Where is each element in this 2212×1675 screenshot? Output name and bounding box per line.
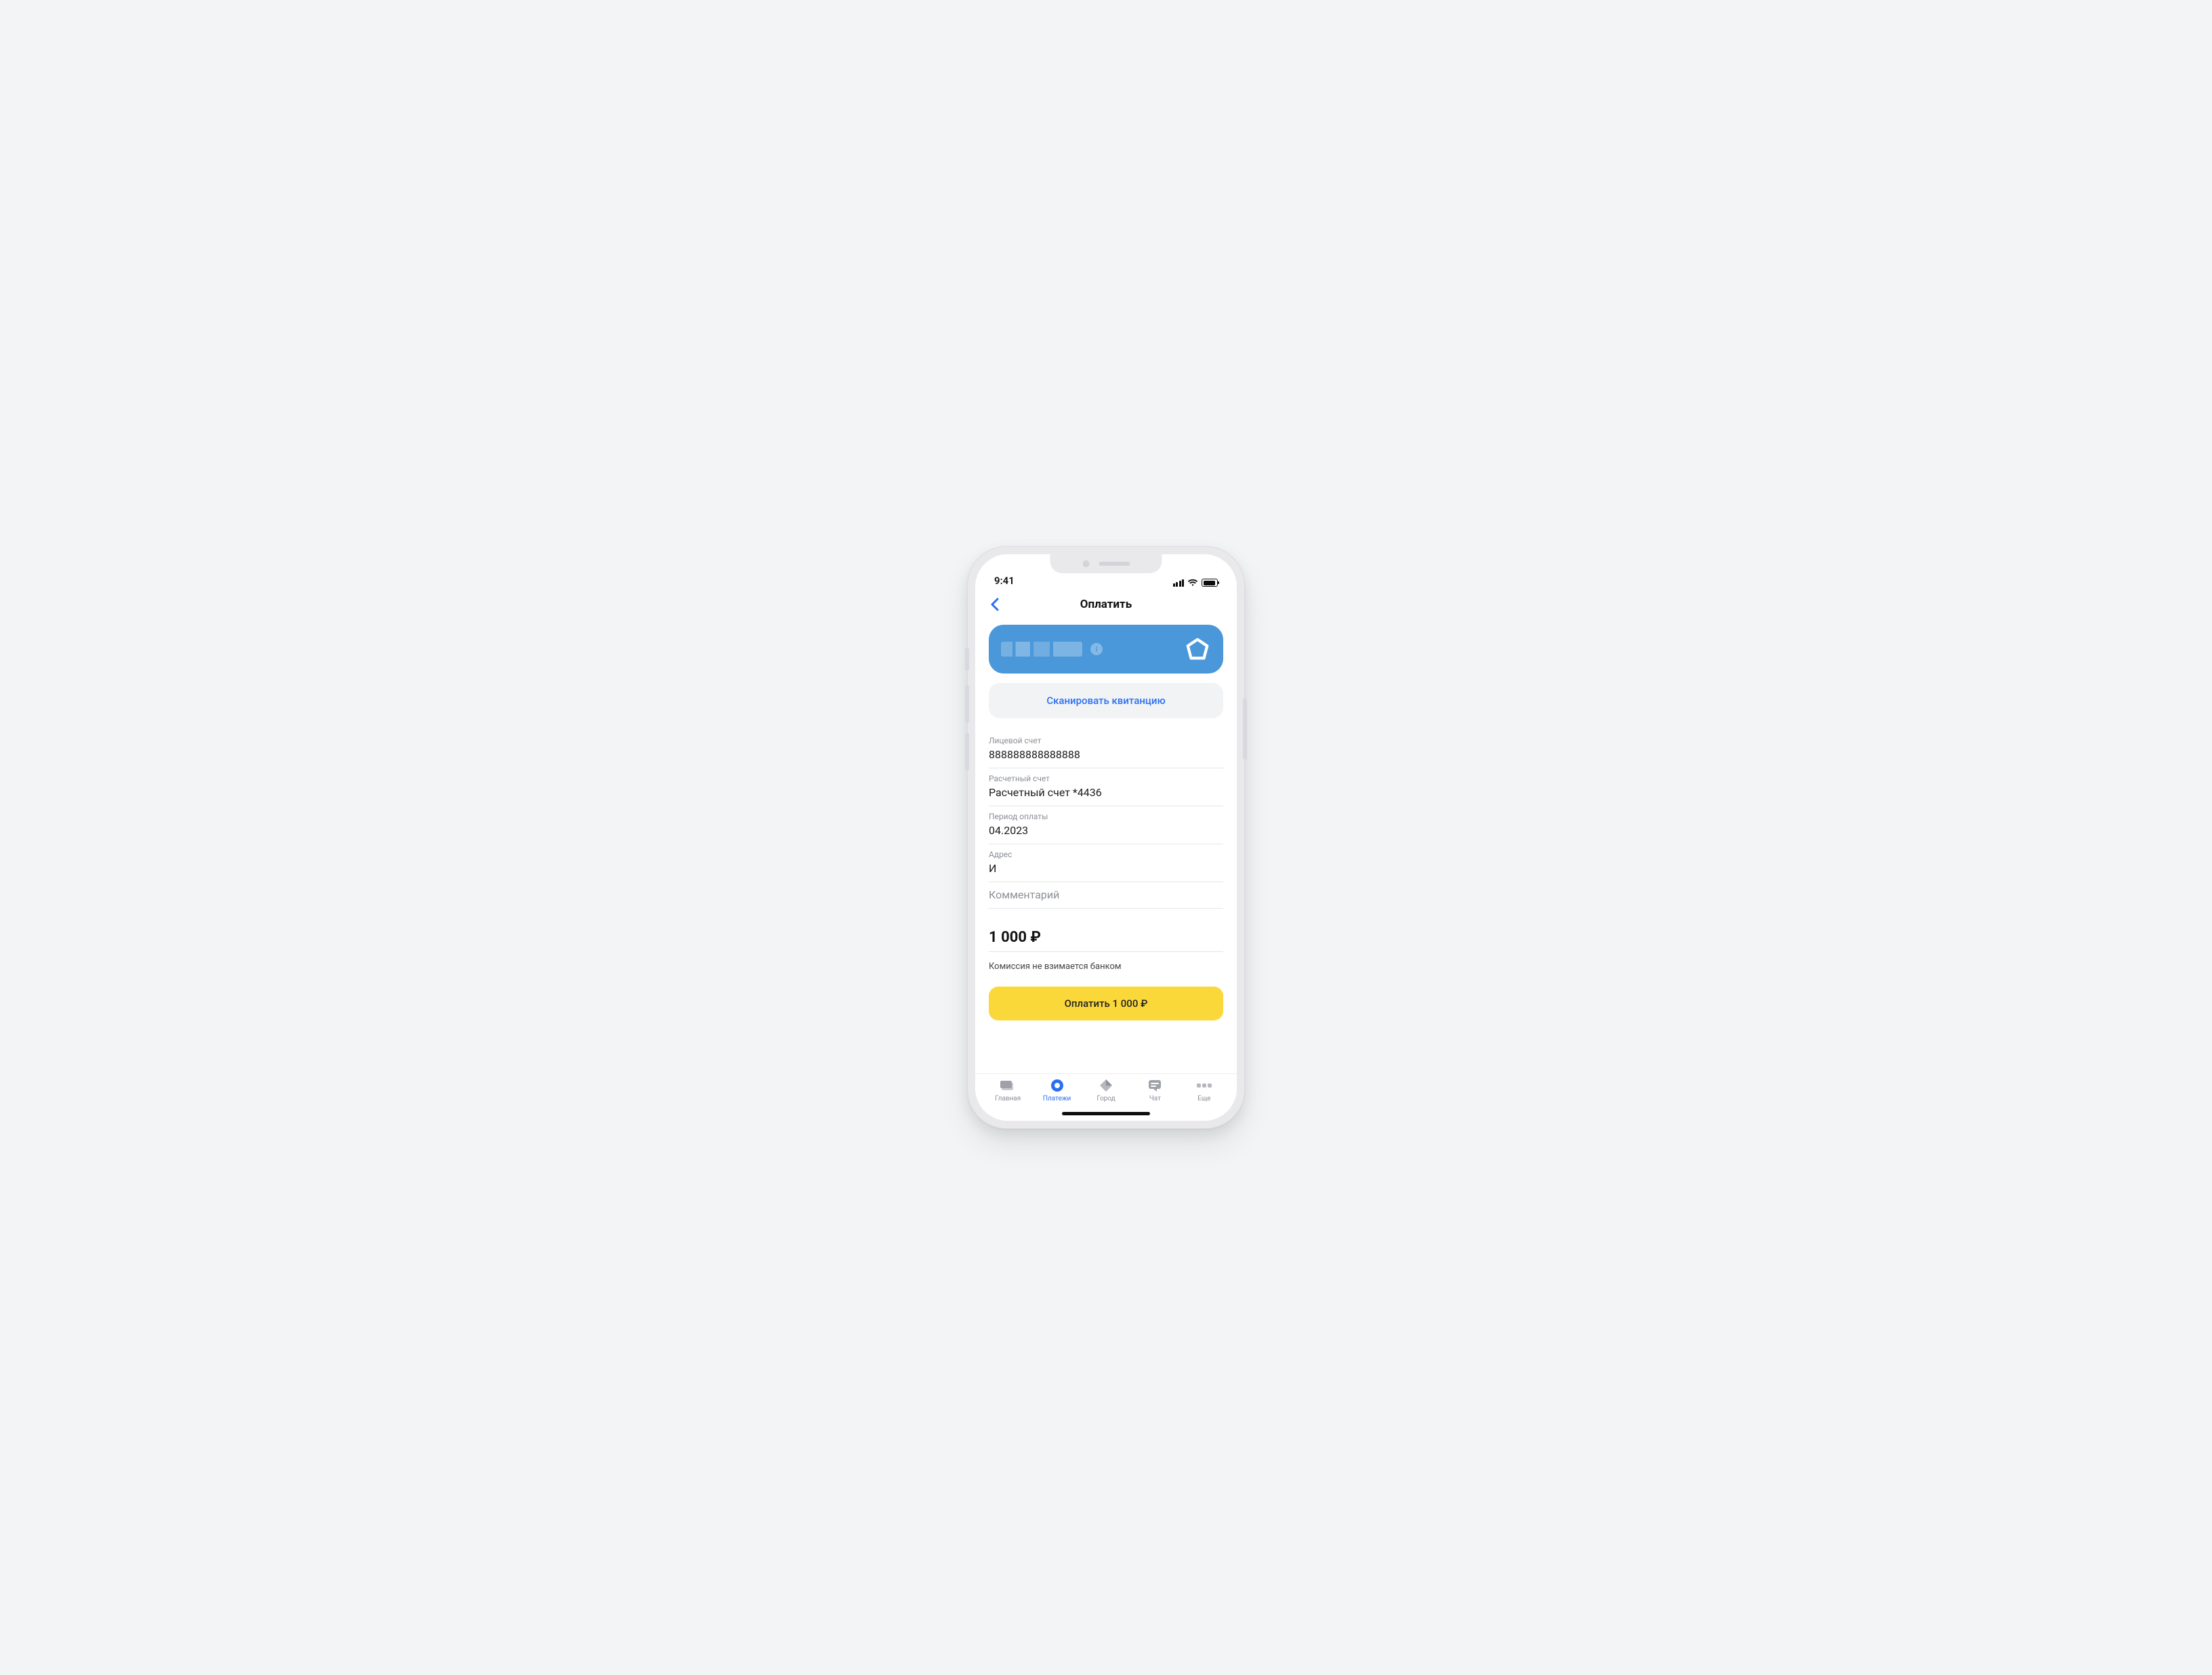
- status-time: 9:41: [994, 575, 1015, 587]
- field-comment[interactable]: Комментарий: [989, 882, 1223, 909]
- tab-more[interactable]: Еще: [1180, 1078, 1229, 1102]
- screen: 9:41 Оплатить: [975, 554, 1237, 1121]
- content: Сканировать квитанцию Лицевой счет 88888…: [975, 618, 1237, 1073]
- field-label: Адрес: [989, 850, 1223, 859]
- field-value: Расчетный счет *4436: [989, 785, 1223, 800]
- city-icon: [1097, 1078, 1115, 1093]
- more-icon: [1195, 1078, 1213, 1093]
- info-icon[interactable]: [1090, 643, 1103, 655]
- tab-label: Город: [1097, 1095, 1115, 1102]
- provider-name-redacted: [1001, 642, 1082, 657]
- phone-frame: 9:41 Оплатить: [967, 546, 1245, 1129]
- field-settlement[interactable]: Расчетный счет Расчетный счет *4436: [989, 768, 1223, 806]
- field-address[interactable]: Адрес И: [989, 844, 1223, 882]
- wifi-icon: [1187, 579, 1198, 587]
- pay-button[interactable]: Оплатить 1 000 ₽: [989, 987, 1223, 1020]
- back-button[interactable]: [985, 595, 1004, 614]
- page-title: Оплатить: [1080, 598, 1132, 611]
- amount-input[interactable]: 1 000 ₽: [989, 929, 1223, 952]
- field-value: 04.2023: [989, 823, 1223, 838]
- tab-home[interactable]: Главная: [983, 1078, 1032, 1102]
- side-button: [965, 648, 969, 671]
- field-account[interactable]: Лицевой счет 888888888888888: [989, 730, 1223, 768]
- tab-label: Платежи: [1043, 1095, 1071, 1102]
- field-label: Расчетный счет: [989, 774, 1223, 783]
- tab-label: Чат: [1149, 1095, 1161, 1102]
- tab-city[interactable]: Город: [1082, 1078, 1130, 1102]
- provider-card[interactable]: [989, 625, 1223, 674]
- cards-icon: [999, 1078, 1017, 1093]
- amount-value: 1 000 ₽: [989, 929, 1041, 946]
- field-label: Лицевой счет: [989, 736, 1223, 745]
- tab-chat[interactable]: Чат: [1130, 1078, 1179, 1102]
- cellular-icon: [1173, 579, 1185, 587]
- notch: [1050, 554, 1162, 573]
- status-indicators: [1173, 579, 1218, 587]
- chat-icon: [1146, 1078, 1164, 1093]
- field-value: И: [989, 861, 1223, 876]
- battery-icon: [1202, 579, 1218, 587]
- pay-button-label: Оплатить 1 000 ₽: [1065, 997, 1148, 1010]
- fee-note: Комиссия не взимается банком: [989, 961, 1223, 972]
- scan-receipt-label: Сканировать квитанцию: [1046, 695, 1165, 707]
- side-button: [965, 685, 969, 723]
- field-label: Период оплаты: [989, 812, 1223, 821]
- side-button: [965, 732, 969, 770]
- tab-label: Еще: [1197, 1095, 1210, 1102]
- field-period[interactable]: Период оплаты 04.2023: [989, 806, 1223, 844]
- nav-header: Оплатить: [975, 591, 1237, 618]
- field-placeholder: Комментарий: [989, 888, 1223, 903]
- side-button: [1243, 699, 1247, 760]
- house-icon: [1184, 636, 1211, 663]
- tab-payments[interactable]: Платежи: [1032, 1078, 1081, 1102]
- payments-icon: [1048, 1078, 1066, 1093]
- field-value: 888888888888888: [989, 747, 1223, 762]
- tab-label: Главная: [995, 1095, 1021, 1102]
- home-indicator[interactable]: [1062, 1112, 1150, 1115]
- scan-receipt-button[interactable]: Сканировать квитанцию: [989, 683, 1223, 718]
